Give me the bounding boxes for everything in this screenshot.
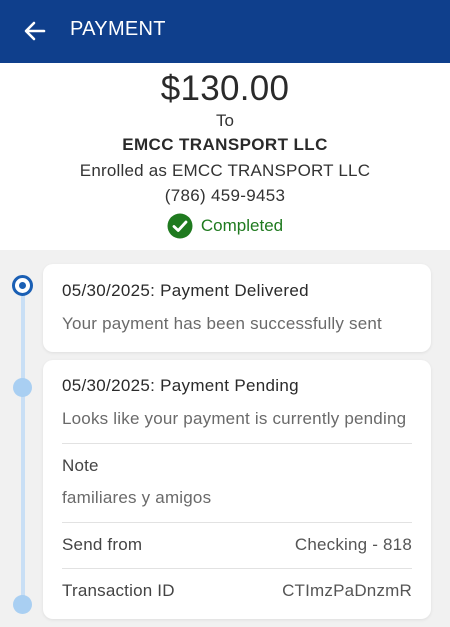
note-value: familiares y amigos [62, 488, 212, 507]
back-button[interactable] [20, 16, 50, 46]
page-title: PAYMENT [70, 18, 166, 40]
note-label: Note [62, 456, 99, 475]
event-title: 05/30/2025: Payment Pending [62, 376, 299, 395]
payee-phone: (786) 459-9453 [164, 186, 286, 205]
event-title: 05/30/2025: Payment Delivered [62, 281, 309, 300]
timeline-current-dot [12, 275, 33, 296]
transaction-id-label: Transaction ID [62, 581, 175, 600]
check-circle-icon [167, 213, 193, 239]
app-header: PAYMENT [0, 0, 450, 63]
event-description: Looks like your payment is currently pen… [62, 409, 407, 428]
timeline-dot [13, 595, 32, 614]
timeline-line [21, 284, 25, 606]
send-from-label: Send from [62, 535, 143, 554]
send-from-value: Checking - 818 [294, 535, 412, 554]
timeline-card-delivered: 05/30/2025: Payment Delivered Your payme… [43, 264, 431, 352]
payment-summary: $130.00 To EMCC TRANSPORT LLC Enrolled a… [0, 63, 450, 250]
divider [62, 443, 412, 444]
to-label: To [216, 111, 234, 130]
divider [62, 522, 412, 523]
payment-amount: $130.00 [160, 69, 290, 108]
transaction-id-value: CTImzPaDnzmR [282, 581, 412, 600]
timeline-card-pending: 05/30/2025: Payment Pending Looks like y… [43, 360, 431, 619]
enrolled-as: Enrolled as EMCC TRANSPORT LLC [79, 161, 371, 180]
timeline-dot [13, 378, 32, 397]
event-description: Your payment has been successfully sent [62, 314, 382, 333]
arrow-left-icon [24, 21, 46, 41]
status-text: Completed [200, 216, 284, 235]
divider [62, 568, 412, 569]
payee-name: EMCC TRANSPORT LLC [122, 135, 328, 154]
status-badge: Completed [0, 213, 450, 239]
